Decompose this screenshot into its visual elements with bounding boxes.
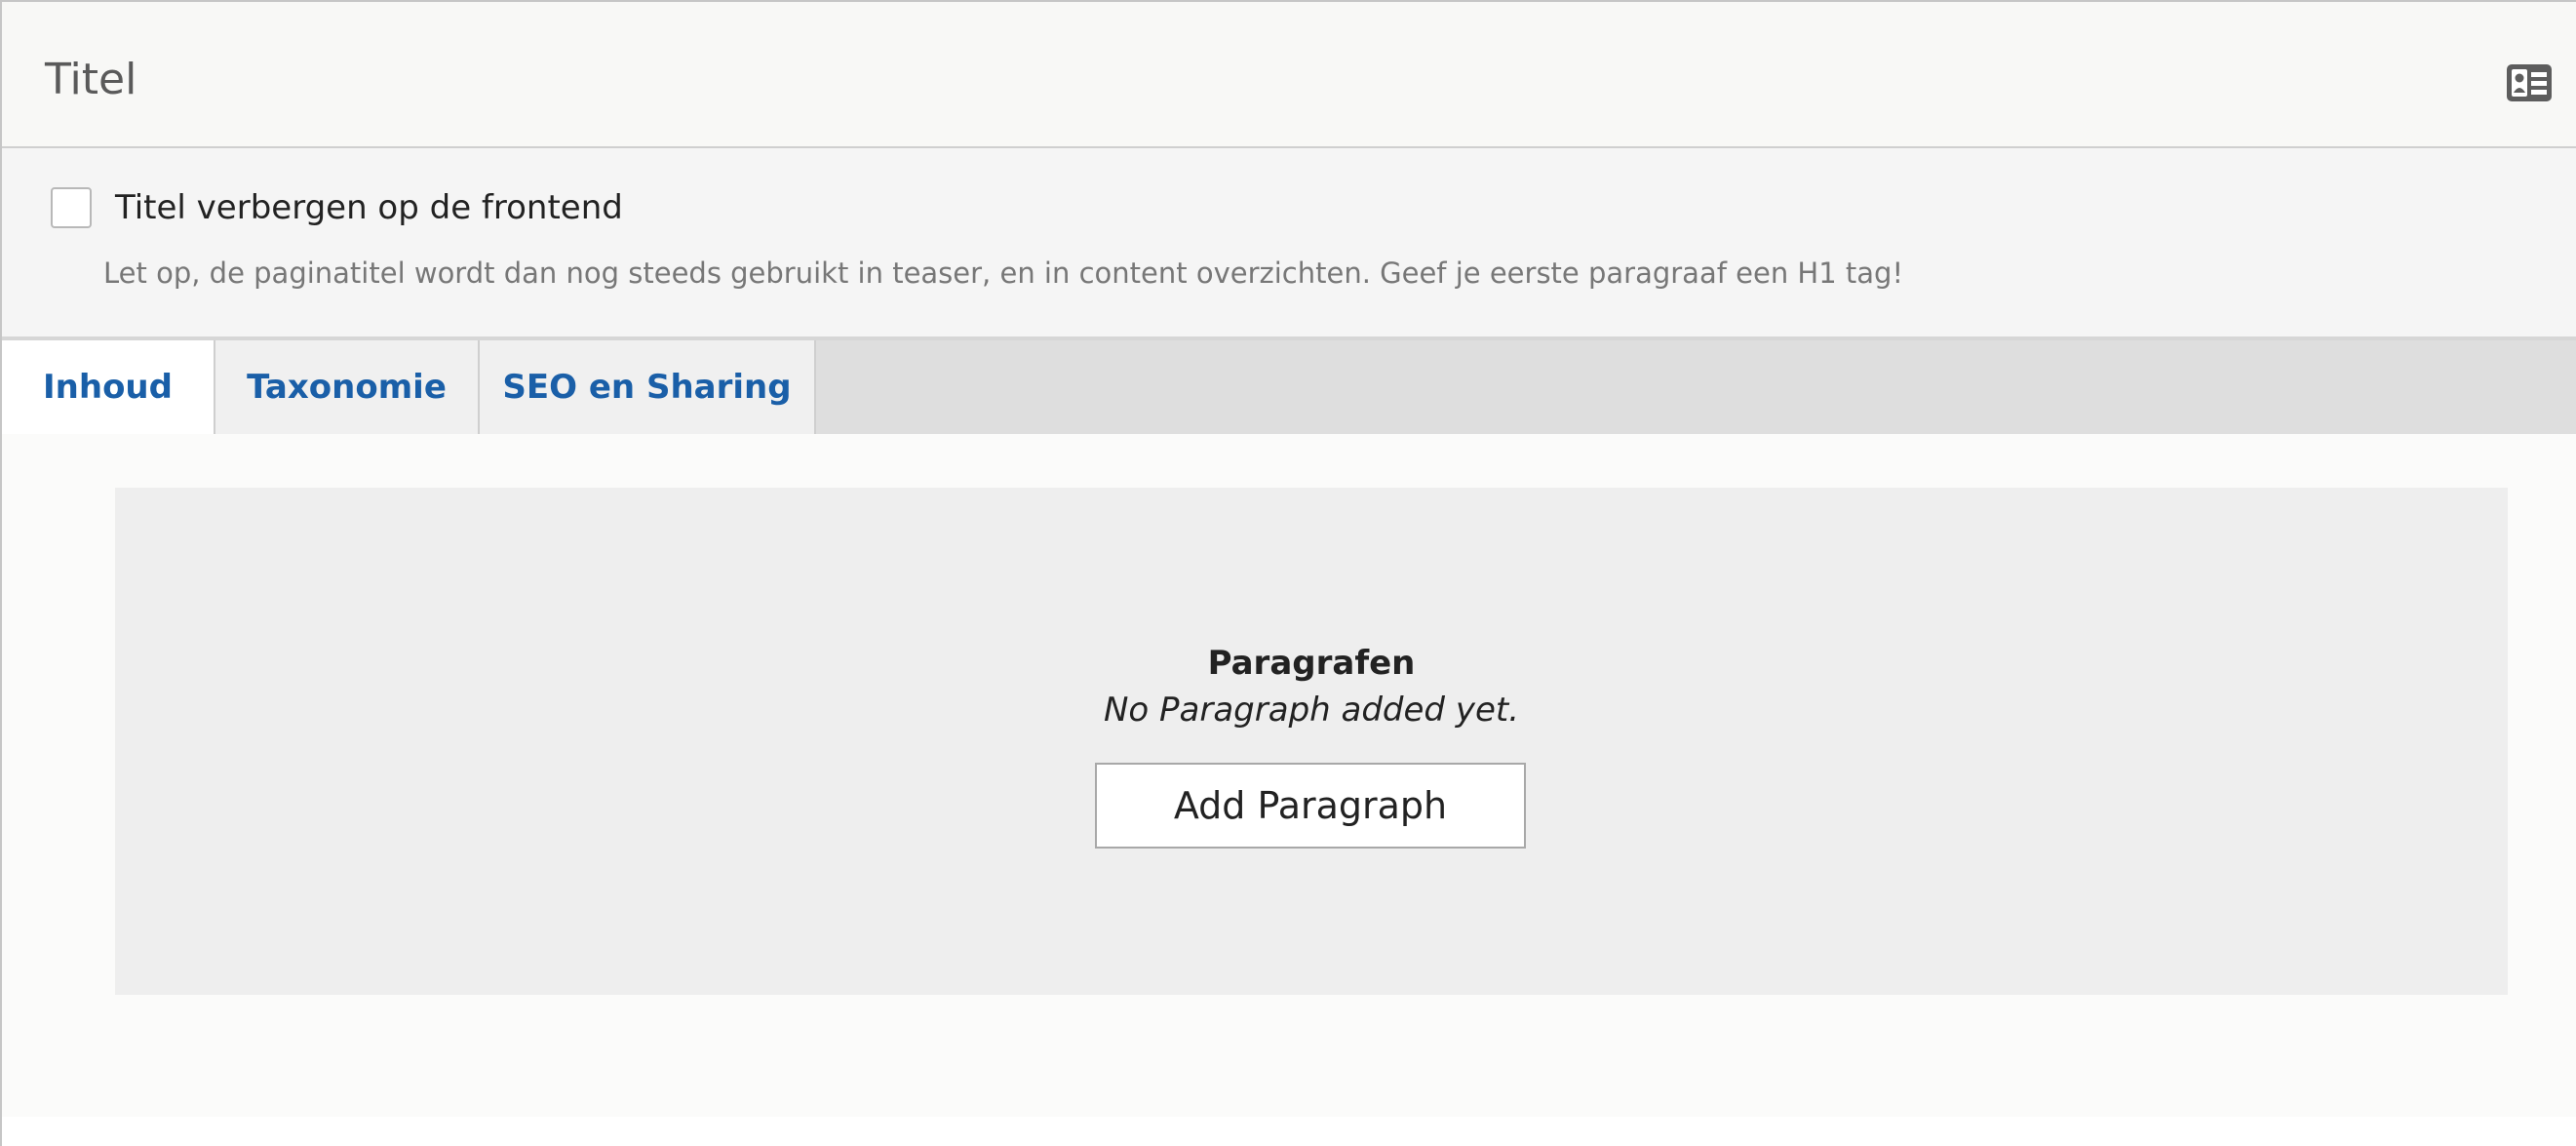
hide-title-label[interactable]: Titel verbergen op de frontend bbox=[115, 191, 623, 224]
tab-seo-en-sharing[interactable]: SEO en Sharing bbox=[480, 340, 816, 434]
title-input[interactable]: Titel bbox=[45, 59, 137, 101]
tab-taxonomie[interactable]: Taxonomie bbox=[215, 340, 480, 434]
contact-card-icon[interactable] bbox=[2506, 63, 2553, 102]
hide-title-description: Let op, de paginatitel wordt dan nog ste… bbox=[103, 257, 1904, 290]
add-paragraph-button[interactable]: Add Paragraph bbox=[1095, 763, 1526, 849]
title-field[interactable]: Titel bbox=[2, 2, 2576, 148]
paragraphs-heading: Paragrafen bbox=[1207, 644, 1416, 683]
paragraphs-panel: Paragrafen No Paragraph added yet. Add P… bbox=[115, 488, 2508, 995]
title-options bbox=[2, 148, 2576, 340]
tab-bar: Inhoud Taxonomie SEO en Sharing bbox=[2, 340, 2576, 434]
tab-inhoud[interactable]: Inhoud bbox=[2, 340, 215, 434]
hide-title-checkbox[interactable] bbox=[51, 187, 92, 228]
paragraphs-empty-text: No Paragraph added yet. bbox=[1103, 691, 1519, 730]
